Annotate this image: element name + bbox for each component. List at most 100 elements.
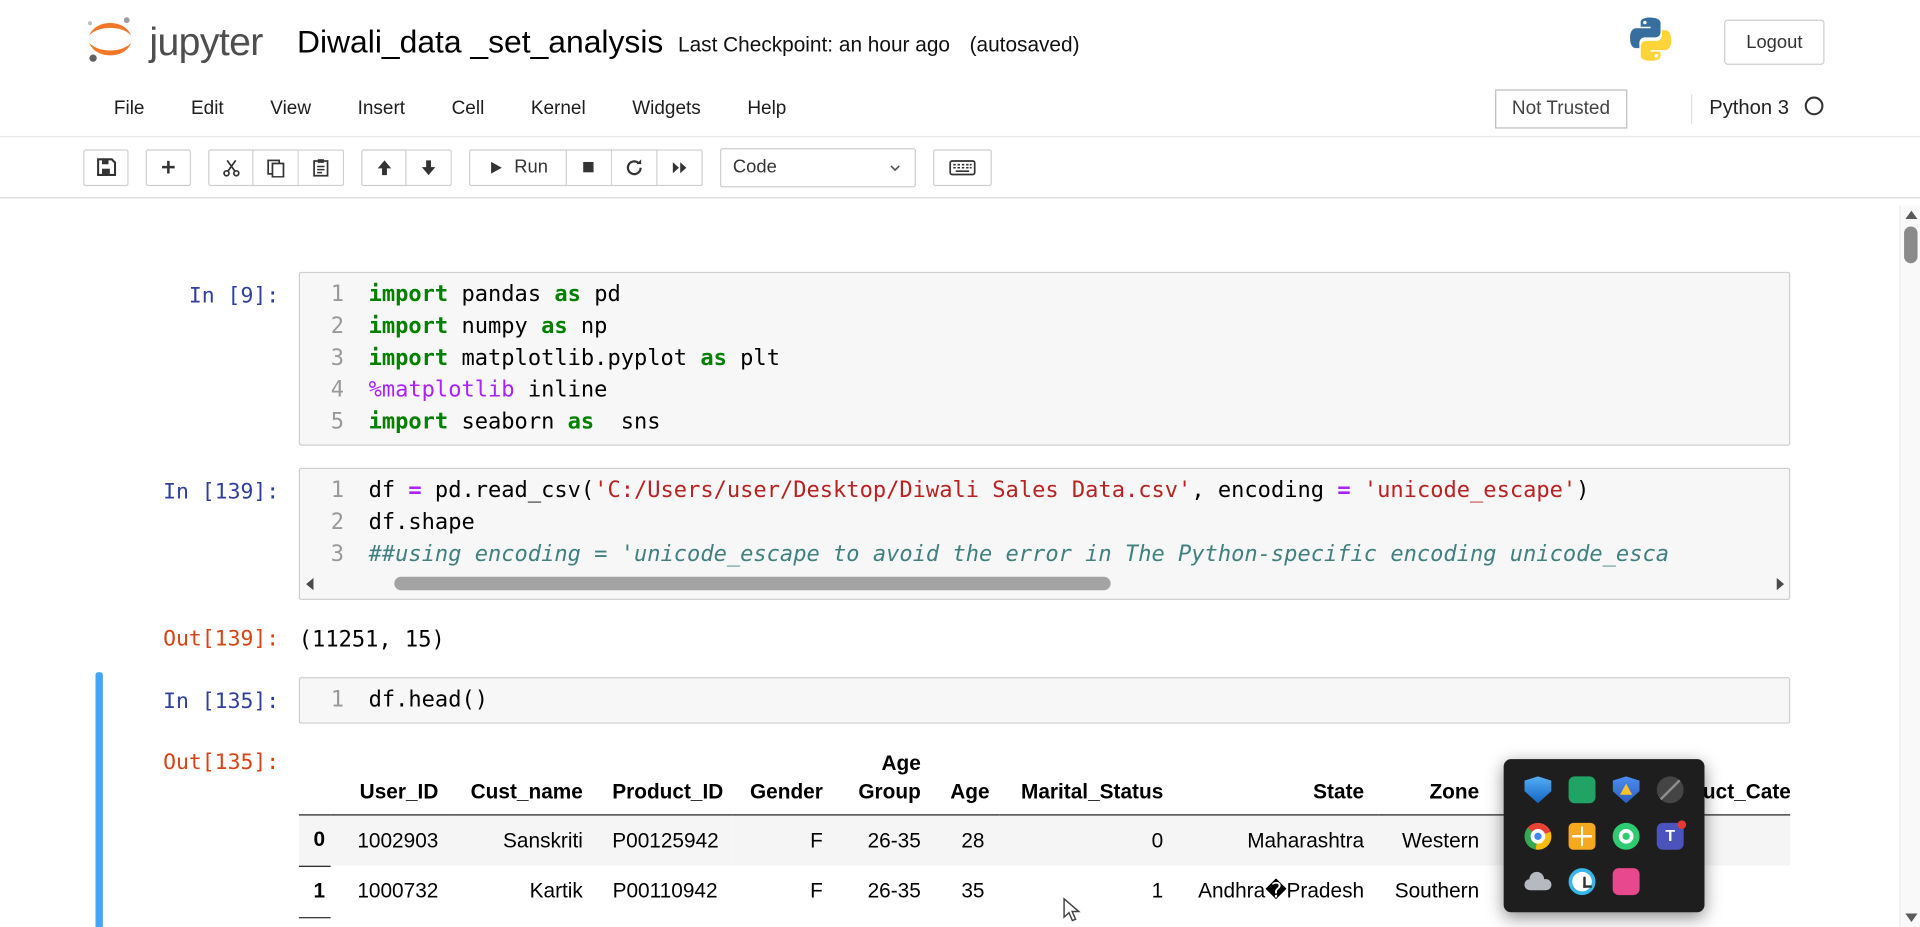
logout-button[interactable]: Logout: [1724, 18, 1825, 65]
green-circle-icon[interactable]: [1604, 815, 1648, 857]
column-header: Marital_Status: [999, 743, 1178, 816]
jupyter-logo-icon: [83, 12, 137, 72]
menu-items: File Edit View Insert Cell Kernel Widgets Help: [91, 85, 810, 132]
scrollbar-thumb[interactable]: [394, 576, 1111, 591]
code-cell: In [9]: 12345 import pandas as pd import …: [69, 271, 1791, 446]
table-cell: 1002903: [357, 828, 439, 852]
not-trusted-button[interactable]: Not Trusted: [1494, 88, 1628, 128]
cut-cell-button[interactable]: [208, 148, 254, 186]
table-cell: F: [810, 879, 823, 903]
input-prompt: In [9]:: [188, 284, 280, 309]
input-prompt: In [139]:: [163, 480, 280, 505]
column-header: Zone: [1378, 743, 1494, 816]
table-cell: 35: [961, 879, 985, 903]
column-header: User_ID: [330, 743, 454, 816]
chevron-down-icon: [889, 164, 900, 171]
code-editor[interactable]: 1 df.head(): [298, 677, 1791, 724]
input-prompt: In [135]:: [163, 689, 280, 714]
table-cell: 0: [1151, 828, 1164, 852]
column-header: [298, 743, 331, 816]
menu-item-file[interactable]: File: [91, 85, 168, 132]
scrollbar-thumb[interactable]: [1904, 226, 1918, 264]
scrollbar-track[interactable]: [318, 576, 1770, 592]
python-kernel-logo-icon: [1624, 13, 1678, 71]
output-prompt: Out[135]:: [163, 750, 280, 776]
code-cell: In [135]: 1 df.head(): [69, 677, 1791, 724]
menu-item-kernel[interactable]: Kernel: [508, 85, 609, 132]
kernel-name: Python 3: [1709, 96, 1789, 119]
toolbar: Run Code: [0, 137, 1920, 199]
cell-type-dropdown[interactable]: Code: [719, 147, 916, 187]
output-prompt: Out[139]:: [163, 626, 280, 652]
chrome-icon[interactable]: [1516, 815, 1560, 857]
save-button[interactable]: [83, 148, 129, 186]
interrupt-kernel-button[interactable]: [566, 148, 612, 186]
column-header: Gender: [732, 743, 838, 816]
menu-item-edit[interactable]: Edit: [168, 85, 247, 132]
table-cell: Western: [1402, 828, 1480, 852]
menu-item-widgets[interactable]: Widgets: [609, 85, 724, 132]
line-numbers: 123: [330, 477, 345, 567]
move-cell-up-button[interactable]: [361, 148, 407, 186]
kernel-idle-indicator-icon: [1804, 95, 1825, 122]
autosave-status: (autosaved): [969, 33, 1080, 57]
cloud-icon[interactable]: [1516, 861, 1560, 903]
table-cell: Sanskriti: [503, 828, 583, 852]
run-button[interactable]: Run: [468, 148, 567, 186]
code-content: import pandas as pd import numpy as np imp…: [368, 281, 780, 435]
scroll-right-arrow-icon[interactable]: [1771, 574, 1789, 592]
scroll-up-arrow-icon[interactable]: [1900, 206, 1920, 224]
checkpoint-status: Last Checkpoint: an hour ago: [678, 33, 950, 57]
table-cell: Andhra�Pradesh: [1198, 879, 1365, 903]
hidden-app-icon[interactable]: [1648, 769, 1692, 811]
green-tile-icon[interactable]: [1560, 769, 1604, 811]
orange-tile-icon[interactable]: [1560, 815, 1604, 857]
teams-icon[interactable]: [1648, 815, 1692, 857]
move-cell-down-button[interactable]: [406, 148, 452, 186]
notebook-header: jupyter Diwali_data _set_analysis Last C…: [0, 0, 1920, 81]
shield-alert-icon[interactable]: [1604, 769, 1648, 811]
selected-cell-indicator: [95, 672, 103, 927]
pink-tile-icon[interactable]: [1604, 861, 1648, 903]
column-header: Age Group: [837, 743, 936, 816]
line-numbers: 12345: [330, 281, 345, 435]
code-content: df.head(): [368, 686, 489, 713]
horizontal-scrollbar[interactable]: [300, 574, 1789, 593]
clock-icon[interactable]: [1560, 861, 1604, 903]
table-cell: P00110942: [612, 879, 718, 903]
command-palette-button[interactable]: [932, 148, 992, 186]
menu-item-insert[interactable]: Insert: [334, 85, 428, 132]
paste-cell-button[interactable]: [298, 148, 345, 186]
menu-item-help[interactable]: Help: [724, 85, 810, 132]
table-cell: 26-35: [867, 828, 921, 852]
code-editor[interactable]: 12345 import pandas as pd import numpy as…: [298, 271, 1791, 446]
table-cell: P00125942: [612, 828, 719, 852]
row-index: 0: [298, 814, 331, 867]
menu-item-view[interactable]: View: [247, 85, 334, 132]
scroll-left-arrow-icon[interactable]: [300, 574, 318, 592]
notebook-title[interactable]: Diwali_data _set_analysis: [297, 23, 663, 61]
vertical-scrollbar[interactable]: [1899, 205, 1920, 927]
column-header: Product_ID: [597, 743, 733, 816]
table-cell: Maharashtra: [1247, 828, 1365, 852]
table-cell: Kartik: [529, 879, 583, 903]
kernel-divider: [1690, 93, 1693, 124]
table-cell: 1000732: [357, 879, 439, 903]
menu-item-cell[interactable]: Cell: [428, 85, 507, 132]
code-content: df = pd.read_csv('C:/Users/user/Desktop/…: [368, 477, 1670, 567]
output-cell: Out[139]: (11251, 15): [69, 615, 1791, 653]
column-header: Cust_name: [453, 743, 598, 816]
copy-cell-button[interactable]: [253, 148, 299, 186]
table-cell: 26-35: [867, 879, 921, 903]
add-cell-button[interactable]: [145, 148, 192, 186]
shield-icon[interactable]: [1516, 769, 1560, 811]
jupyter-logo[interactable]: jupyter: [83, 12, 263, 72]
table-cell: 1: [1151, 879, 1164, 903]
jupyter-wordmark: jupyter: [149, 18, 263, 64]
restart-kernel-button[interactable]: [611, 148, 657, 186]
table-cell: Southern: [1394, 879, 1480, 903]
scroll-down-arrow-icon[interactable]: [1900, 909, 1920, 927]
restart-run-all-button[interactable]: [656, 148, 703, 186]
cell-type-value: Code: [732, 156, 777, 178]
code-editor[interactable]: 123 df = pd.read_csv('C:/Users/user/Desk…: [298, 467, 1791, 600]
